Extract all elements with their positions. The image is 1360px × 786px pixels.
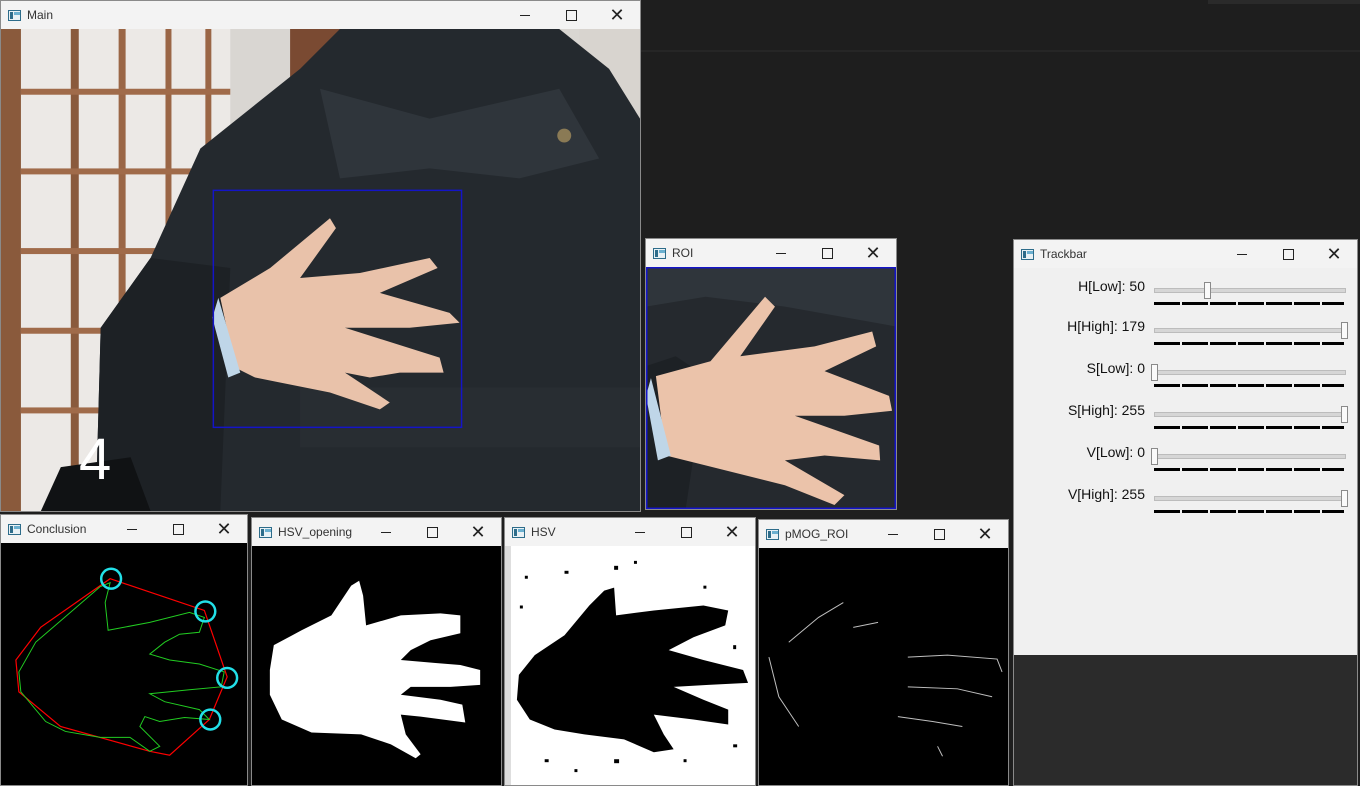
- app-window-icon: [653, 247, 666, 259]
- conclusion-titlebar[interactable]: Conclusion ✕: [1, 515, 247, 543]
- roi-titlebar[interactable]: ROI ✕: [646, 239, 896, 267]
- minimize-button[interactable]: [363, 518, 409, 546]
- close-button[interactable]: ✕: [455, 518, 501, 546]
- window-title: pMOG_ROI: [785, 527, 849, 541]
- window-title: HSV: [531, 525, 556, 539]
- app-window-icon: [512, 526, 525, 538]
- slider-thumb[interactable]: [1341, 406, 1348, 423]
- maximize-button[interactable]: [1265, 240, 1311, 268]
- window-title: HSV_opening: [278, 525, 353, 539]
- hsv-window[interactable]: HSV ✕: [504, 517, 756, 786]
- maximize-button[interactable]: [916, 520, 962, 548]
- camera-feed: 4: [1, 29, 640, 511]
- minimize-button[interactable]: [617, 518, 663, 546]
- slider-ticks: [1154, 426, 1344, 429]
- trackbar-row: V[Low]: 0: [1014, 440, 1357, 480]
- trackbar-slider[interactable]: [1154, 496, 1346, 501]
- close-button[interactable]: ✕: [1311, 240, 1357, 268]
- close-button[interactable]: ✕: [709, 518, 755, 546]
- app-window-icon: [8, 523, 21, 535]
- desktop-edge: [1208, 0, 1360, 4]
- trackbar-titlebar[interactable]: Trackbar ✕: [1014, 240, 1357, 268]
- slider-ticks: [1154, 342, 1344, 345]
- hsv-titlebar[interactable]: HSV ✕: [505, 518, 755, 546]
- minimize-button[interactable]: [1219, 240, 1265, 268]
- slider-ticks: [1154, 468, 1344, 471]
- conclusion-window[interactable]: Conclusion ✕: [0, 514, 248, 786]
- slider-thumb[interactable]: [1151, 448, 1158, 465]
- trackbar-row: H[Low]: 50: [1014, 274, 1357, 314]
- trackbar-label: S[Low]: 0: [1086, 360, 1145, 376]
- hsv-opening-image: [252, 546, 501, 785]
- minimize-button[interactable]: [502, 1, 548, 29]
- trackbar-slider[interactable]: [1154, 288, 1346, 293]
- roi-window[interactable]: ROI ✕: [645, 238, 897, 510]
- close-button[interactable]: ✕: [594, 1, 640, 29]
- slider-thumb[interactable]: [1204, 282, 1212, 299]
- trackbar-label: H[High]: 179: [1067, 318, 1145, 334]
- slider-ticks: [1154, 384, 1344, 387]
- app-window-icon: [1021, 248, 1034, 260]
- maximize-button[interactable]: [548, 1, 594, 29]
- slider-thumb[interactable]: [1341, 322, 1348, 339]
- trackbar-empty-area: [1014, 655, 1357, 785]
- finger-count-label: 4: [79, 427, 112, 492]
- hsv-opening-titlebar[interactable]: HSV_opening ✕: [252, 518, 501, 546]
- window-title: Conclusion: [27, 522, 87, 536]
- minimize-button[interactable]: [758, 239, 804, 267]
- conclusion-image: [1, 543, 247, 785]
- window-title: Trackbar: [1040, 247, 1087, 261]
- trackbar-label: V[Low]: 0: [1086, 444, 1145, 460]
- trackbar-slider[interactable]: [1154, 454, 1346, 459]
- slider-thumb[interactable]: [1151, 364, 1158, 381]
- pmog-window[interactable]: pMOG_ROI ✕: [758, 519, 1009, 786]
- minimize-button[interactable]: [870, 520, 916, 548]
- app-window-icon: [766, 528, 779, 540]
- main-titlebar[interactable]: Main ✕: [1, 1, 640, 29]
- trackbar-slider[interactable]: [1154, 370, 1346, 375]
- hsv-mask-image: [505, 546, 755, 785]
- main-window[interactable]: Main ✕ 4: [0, 0, 641, 512]
- trackbar-slider[interactable]: [1154, 412, 1346, 417]
- roi-image: [646, 267, 896, 509]
- maximize-button[interactable]: [804, 239, 850, 267]
- slider-ticks: [1154, 510, 1344, 513]
- maximize-button[interactable]: [409, 518, 455, 546]
- trackbar-panel: H[Low]: 50 H[High]: 179 S[Low]: 0 S[High]: …: [1014, 268, 1357, 655]
- app-window-icon: [259, 526, 272, 538]
- trackbar-row: V[High]: 255: [1014, 482, 1357, 522]
- pmog-titlebar[interactable]: pMOG_ROI ✕: [759, 520, 1008, 548]
- minimize-button[interactable]: [109, 515, 155, 543]
- desktop-line: [640, 50, 1360, 52]
- trackbar-row: S[High]: 255: [1014, 398, 1357, 438]
- trackbar-label: V[High]: 255: [1067, 486, 1145, 502]
- app-window-icon: [8, 9, 21, 21]
- pmog-image: [759, 548, 1008, 785]
- slider-ticks: [1154, 302, 1344, 305]
- maximize-button[interactable]: [663, 518, 709, 546]
- slider-thumb[interactable]: [1341, 490, 1348, 507]
- window-title: ROI: [672, 246, 694, 260]
- trackbar-row: H[High]: 179: [1014, 314, 1357, 354]
- trackbar-window[interactable]: Trackbar ✕ H[Low]: 50 H[High]: 179 S[Low]:…: [1013, 239, 1358, 786]
- close-button[interactable]: ✕: [201, 515, 247, 543]
- trackbar-label: S[High]: 255: [1067, 402, 1145, 418]
- trackbar-slider[interactable]: [1154, 328, 1346, 333]
- window-title: Main: [27, 8, 54, 22]
- trackbar-row: S[Low]: 0: [1014, 356, 1357, 396]
- hsv-opening-window[interactable]: HSV_opening ✕: [251, 517, 502, 786]
- maximize-button[interactable]: [155, 515, 201, 543]
- close-button[interactable]: ✕: [962, 520, 1008, 548]
- trackbar-label: H[Low]: 50: [1078, 278, 1145, 294]
- close-button[interactable]: ✕: [850, 239, 896, 267]
